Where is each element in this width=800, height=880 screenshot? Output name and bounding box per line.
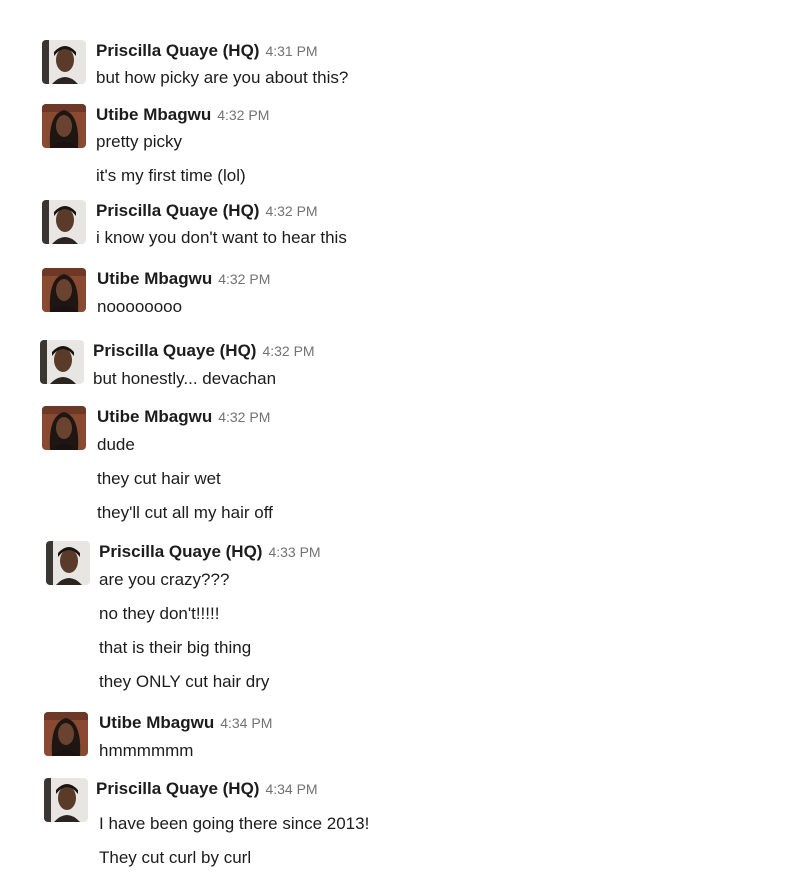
message-text: noooooooo — [97, 297, 183, 316]
avatar-utibe-icon[interactable] — [42, 104, 86, 148]
timestamp[interactable]: 4:34 PM — [265, 781, 317, 797]
message-text: pretty picky — [96, 132, 182, 151]
author-name[interactable]: Priscilla Quaye (HQ) — [96, 41, 259, 60]
message-text: no they don't!!!!! — [99, 604, 220, 623]
avatar-priscilla-icon[interactable] — [44, 778, 88, 822]
timestamp[interactable]: 4:31 PM — [265, 43, 317, 59]
author-name[interactable]: Priscilla Quaye (HQ) — [99, 542, 262, 561]
message-text: it's my first time (lol) — [96, 166, 246, 185]
timestamp[interactable]: 4:33 PM — [268, 544, 320, 560]
message-header: Utibe Mbagwu 4:32 PM — [96, 104, 269, 127]
message-header: Priscilla Quaye (HQ) 4:32 PM — [96, 200, 318, 223]
message-text: they cut hair wet — [97, 469, 221, 488]
message-text: but honestly... devachan — [93, 369, 277, 388]
timestamp[interactable]: 4:34 PM — [220, 715, 272, 731]
message-text: they ONLY cut hair dry — [99, 672, 270, 691]
message-text: i know you don't want to hear this — [96, 228, 347, 247]
message-text: hmmmmmm — [99, 741, 194, 760]
message-text: are you crazy??? — [99, 570, 230, 589]
timestamp[interactable]: 4:32 PM — [262, 343, 314, 359]
avatar-priscilla-icon[interactable] — [40, 340, 84, 384]
message-header: Utibe Mbagwu 4:34 PM — [99, 712, 272, 735]
author-name[interactable]: Priscilla Quaye (HQ) — [96, 201, 259, 220]
avatar-priscilla-icon[interactable] — [42, 200, 86, 244]
message-header: Utibe Mbagwu 4:32 PM — [97, 268, 270, 291]
avatar-priscilla-icon[interactable] — [42, 40, 86, 84]
author-name[interactable]: Priscilla Quaye (HQ) — [93, 341, 256, 360]
avatar-utibe-icon[interactable] — [42, 406, 86, 450]
avatar-utibe-icon[interactable] — [44, 712, 88, 756]
message-text: that is their big thing — [99, 638, 252, 657]
message-text: dude — [97, 435, 135, 454]
author-name[interactable]: Utibe Mbagwu — [96, 105, 211, 124]
message-header: Priscilla Quaye (HQ) 4:33 PM — [99, 541, 321, 564]
message-text: I have been going there since 2013! — [99, 814, 370, 833]
author-name[interactable]: Utibe Mbagwu — [97, 269, 212, 288]
message-header: Priscilla Quaye (HQ) 4:34 PM — [96, 778, 318, 801]
message-header: Priscilla Quaye (HQ) 4:32 PM — [93, 340, 315, 363]
message-header: Priscilla Quaye (HQ) 4:31 PM — [96, 40, 318, 63]
avatar-utibe-icon[interactable] — [42, 268, 86, 312]
message-text: they'll cut all my hair off — [97, 503, 273, 522]
message-header: Utibe Mbagwu 4:32 PM — [97, 406, 270, 429]
timestamp[interactable]: 4:32 PM — [218, 409, 270, 425]
timestamp[interactable]: 4:32 PM — [265, 203, 317, 219]
avatar-priscilla-icon[interactable] — [46, 541, 90, 585]
author-name[interactable]: Priscilla Quaye (HQ) — [96, 779, 259, 798]
message-text: They cut curl by curl — [99, 848, 252, 867]
timestamp[interactable]: 4:32 PM — [218, 271, 270, 287]
message-text: but how picky are you about this? — [96, 68, 349, 87]
author-name[interactable]: Utibe Mbagwu — [97, 407, 212, 426]
timestamp[interactable]: 4:32 PM — [217, 107, 269, 123]
author-name[interactable]: Utibe Mbagwu — [99, 713, 214, 732]
